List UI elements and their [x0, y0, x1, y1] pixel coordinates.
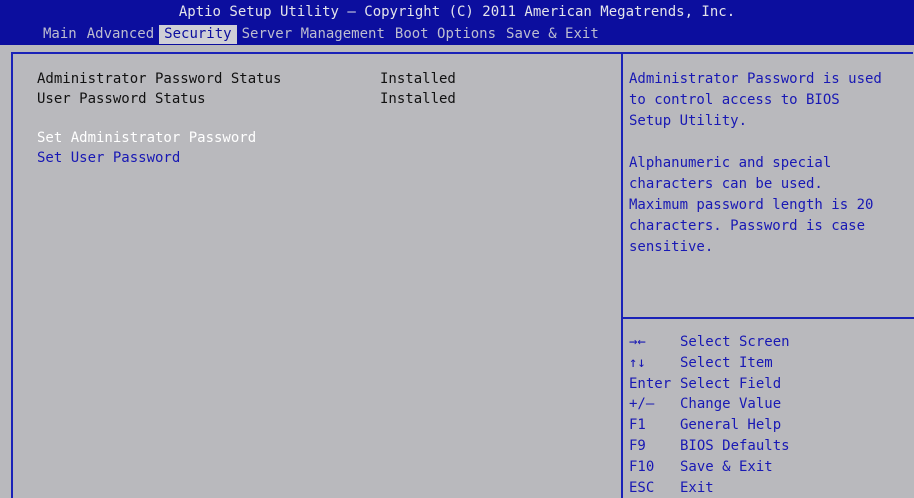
set-user-password-item[interactable]: Set User Password: [37, 148, 180, 168]
help-panel: Administrator Password is used to contro…: [629, 69, 909, 258]
key-label: F1: [629, 417, 646, 434]
user-password-status-value: Installed: [380, 91, 456, 107]
admin-password-status-row: Administrator Password Status Installed: [37, 69, 456, 89]
key-desc: Save & Exit: [680, 458, 773, 475]
tab-main[interactable]: Main: [38, 25, 82, 44]
key-label: +/–: [629, 396, 655, 413]
help-line: Setup Utility.: [629, 113, 748, 129]
help-line: sensitive.: [629, 239, 714, 255]
admin-password-status-label: Administrator Password Status: [37, 71, 282, 87]
help-line: to control access to BIOS: [629, 92, 840, 108]
help-line: Alphanumeric and special: [629, 155, 832, 171]
tab-boot-options[interactable]: Boot Options: [390, 25, 501, 44]
help-line: characters can be used.: [629, 176, 823, 192]
tab-security[interactable]: Security: [159, 24, 237, 44]
help-line: characters. Password is case: [629, 218, 866, 234]
help-line: Maximum password length is 20: [629, 197, 874, 213]
help-divider: [621, 317, 914, 319]
help-line: Administrator Password is used: [629, 71, 882, 87]
arrow-left-right-icon: →←: [629, 334, 646, 350]
key-desc: General Help: [680, 417, 782, 434]
key-desc: BIOS Defaults: [680, 437, 790, 454]
key-label: ESC: [629, 479, 655, 496]
key-label: Enter: [629, 375, 672, 392]
admin-password-status-value: Installed: [380, 71, 456, 87]
title-bar: Aptio Setup Utility – Copyright (C) 2011…: [0, 0, 914, 45]
key-desc: Select Screen: [680, 334, 790, 350]
key-desc: Change Value: [680, 396, 782, 413]
panel-divider: [621, 52, 623, 498]
menu-bar: Main Advanced Security Server Management…: [38, 24, 604, 44]
key-desc: Select Item: [680, 354, 773, 371]
set-administrator-password-item[interactable]: Set Administrator Password: [37, 128, 256, 148]
key-desc: Exit: [680, 479, 714, 496]
key-desc: Select Field: [680, 375, 782, 392]
app-title: Aptio Setup Utility – Copyright (C) 2011…: [178, 4, 736, 20]
tab-save-exit[interactable]: Save & Exit: [501, 25, 604, 44]
tab-server-management[interactable]: Server Management: [237, 25, 390, 44]
key-label: F9: [629, 437, 646, 454]
user-password-status-row: User Password Status Installed: [37, 89, 456, 109]
arrow-up-down-icon: ↑↓: [629, 354, 646, 371]
key-label: F10: [629, 458, 655, 475]
tab-advanced[interactable]: Advanced: [82, 25, 159, 44]
user-password-status-label: User Password Status: [37, 91, 206, 107]
